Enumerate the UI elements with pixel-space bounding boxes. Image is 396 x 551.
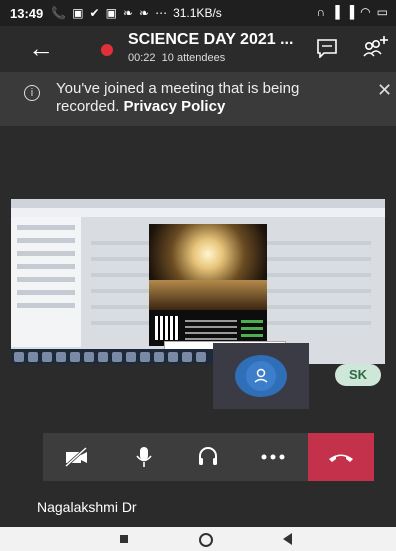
person-icon (254, 368, 268, 383)
microphone-icon (136, 447, 152, 467)
shared-image-preview (149, 224, 267, 346)
phone-icon: 📞 (51, 6, 67, 20)
microphone-button[interactable] (129, 433, 159, 481)
home-icon[interactable] (199, 533, 213, 547)
recent-apps-icon[interactable] (120, 535, 128, 543)
privacy-policy-link[interactable]: Privacy Policy (124, 98, 226, 115)
check-icon: ✔ (89, 6, 100, 20)
leaf-icon: ❧ (122, 6, 134, 20)
status-time: 13:49 (10, 5, 44, 21)
back-arrow-icon[interactable]: ← (28, 34, 54, 62)
video-off-icon (64, 447, 88, 467)
meeting-title: SCIENCE DAY 2021 ... (128, 31, 294, 48)
signal-icon: ▐ (331, 5, 340, 19)
back-icon[interactable] (283, 533, 292, 545)
close-icon[interactable]: ✕ (377, 80, 392, 101)
hang-up-icon (329, 454, 353, 462)
meeting-subtitle: 00:22 10 attendees (128, 52, 225, 64)
headset-icon (199, 447, 217, 465)
meeting-duration: 00:22 (128, 52, 156, 64)
meeting-header: ← SCIENCE DAY 2021 ... 00:22 10 attendee… (0, 26, 396, 72)
shared-sidebar (11, 217, 81, 347)
shared-taskbar (11, 349, 229, 364)
message-icon: ▣ (105, 6, 117, 20)
participant-name-label: Nagalakshmi Dr (37, 499, 137, 515)
headset-icon: ∩ (316, 5, 326, 19)
camera-toggle-button[interactable] (60, 433, 94, 481)
leaf-icon: ❧ (139, 6, 150, 20)
battery-icon: ▭ (376, 5, 388, 19)
participants-icon[interactable] (361, 34, 389, 62)
participant-avatar[interactable]: SK (335, 364, 381, 386)
audio-device-button[interactable] (192, 433, 224, 481)
system-nav-bar (0, 527, 396, 551)
info-icon: i (24, 85, 40, 101)
net-speed: 31.1KB/s (173, 6, 222, 20)
chat-icon[interactable] (316, 38, 338, 58)
signal-icon: ▐ (345, 5, 355, 19)
more-icon (261, 454, 285, 460)
status-bar: 13:49 📞 ▣ ✔ ▣ ❧ ❧ ⋯ 31.1KB/s ∩ ▐ ▐ ◠ ▭ (0, 0, 396, 26)
preview-status-list (241, 316, 263, 341)
browser-tabs (11, 199, 385, 208)
more-dots: ⋯ (155, 6, 168, 20)
recording-indicator-icon (101, 44, 113, 56)
qr-code (155, 316, 179, 340)
message-icon: ▣ (72, 6, 84, 20)
wifi-icon: ◠ (360, 5, 371, 19)
more-options-button[interactable] (255, 433, 291, 481)
lightbulb-image (149, 224, 267, 310)
browser-address-bar (11, 208, 385, 217)
self-avatar (235, 355, 287, 397)
recording-banner: i You've joined a meeting that is being … (0, 72, 396, 126)
hang-up-button[interactable] (308, 433, 374, 481)
shared-screen (11, 199, 385, 364)
attendee-count: 10 attendees (161, 52, 226, 64)
recording-message: You've joined a meeting that is being re… (56, 80, 346, 116)
